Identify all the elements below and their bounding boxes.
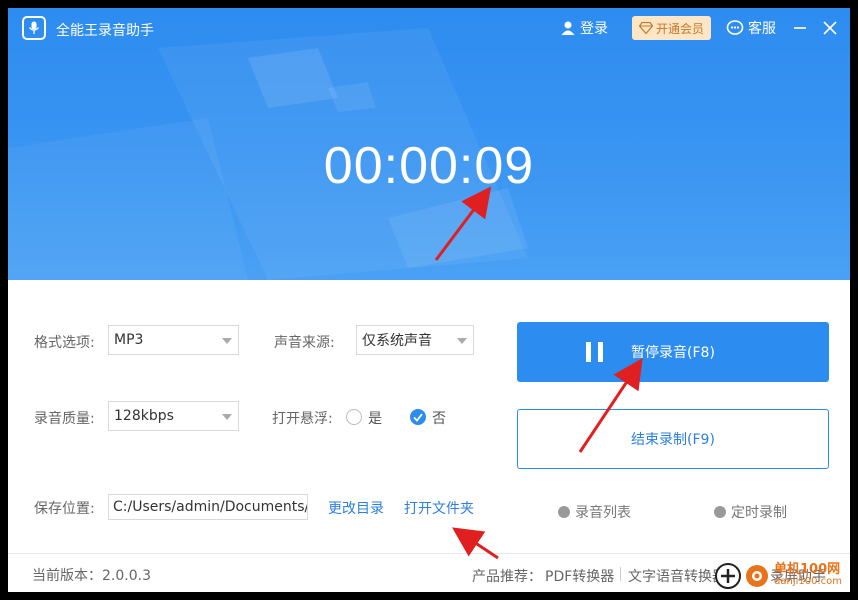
arrow-to-open-folder bbox=[452, 527, 499, 560]
arrow-to-timer bbox=[434, 186, 492, 261]
annotation-arrows bbox=[434, 186, 643, 560]
arrow-to-pause-button bbox=[578, 358, 643, 453]
